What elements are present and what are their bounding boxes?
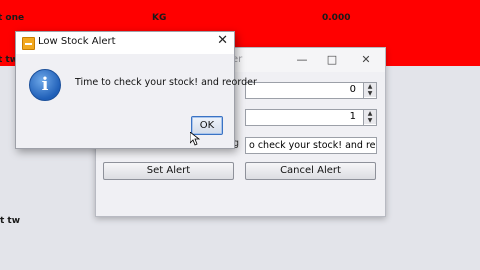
app-icon	[22, 37, 35, 50]
info-icon: i	[29, 69, 61, 101]
alert-title: Low Stock Alert	[38, 36, 116, 47]
table-row[interactable]: t one KG 0.000	[0, 8, 480, 28]
threshold-spinner[interactable]: 0 ▲ ▼	[245, 82, 377, 99]
spinner-down-icon[interactable]: ▼	[364, 117, 376, 124]
spinner-value: 1	[349, 111, 356, 122]
table-cell-quantity: 0.000	[322, 13, 351, 23]
table-cell-name: t one	[0, 13, 25, 23]
spinner-buttons[interactable]: ▲ ▼	[363, 110, 376, 125]
spinner-up-icon[interactable]: ▲	[364, 83, 376, 90]
minimize-icon[interactable]: —	[292, 51, 312, 69]
alert-message-field[interactable]: o check your stock! and reorder	[245, 137, 377, 154]
alert-titlebar: Low Stock Alert ✕	[16, 32, 234, 54]
cancel-alert-button[interactable]: Cancel Alert	[245, 162, 376, 180]
set-alert-button[interactable]: Set Alert	[103, 162, 234, 180]
close-icon[interactable]: ✕	[217, 33, 228, 48]
spinner-up-icon[interactable]: ▲	[364, 110, 376, 117]
table-cell-name: t tw	[0, 216, 21, 226]
alert-message: Time to check your stock! and reorder	[75, 77, 257, 88]
close-icon[interactable]: ✕	[356, 51, 376, 69]
field-value: o check your stock! and reorder	[249, 140, 376, 151]
spinner-down-icon[interactable]: ▼	[364, 90, 376, 97]
table-cell-unit: KG	[152, 13, 167, 23]
low-stock-alert-dialog: Low Stock Alert ✕ i Time to check your s…	[15, 31, 257, 149]
maximize-icon[interactable]: □	[322, 51, 342, 69]
spinner-value: 0	[349, 84, 356, 95]
interval-spinner[interactable]: 1 ▲ ▼	[245, 109, 377, 126]
spinner-buttons[interactable]: ▲ ▼	[363, 83, 376, 98]
mouse-pointer-icon	[190, 132, 200, 146]
